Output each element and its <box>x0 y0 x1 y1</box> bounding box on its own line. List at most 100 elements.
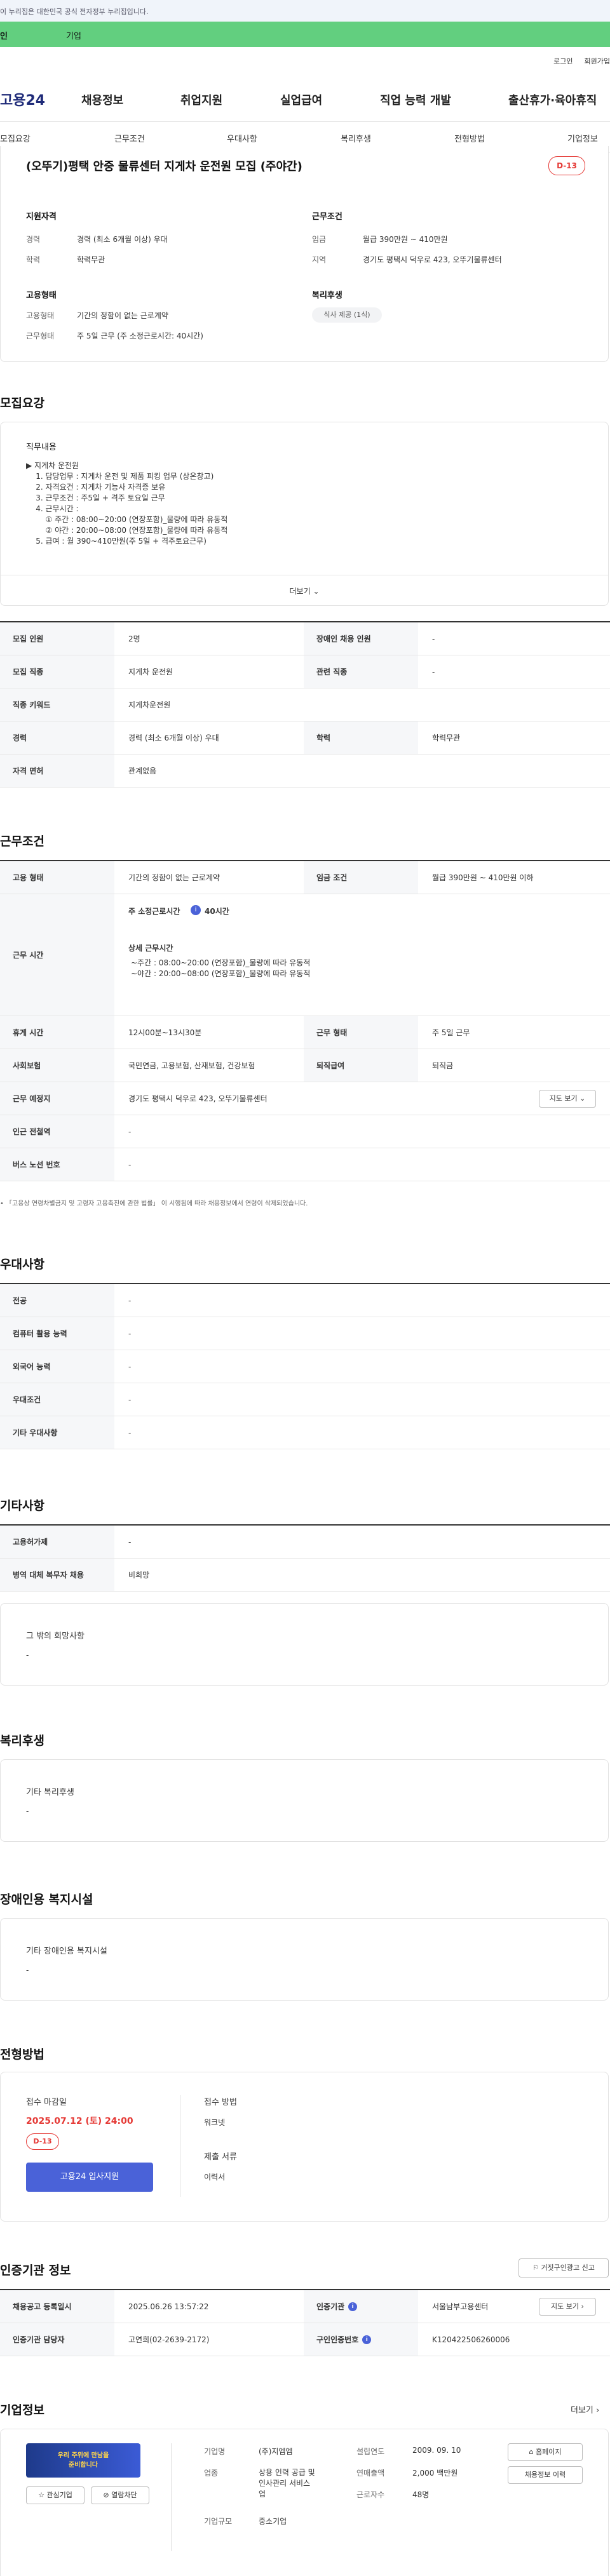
welfare-title: 기타 복리후생 <box>26 1788 74 1797</box>
gnb-menu-benefit[interactable]: 실업급여 <box>280 91 322 108</box>
cert-table: 채용공고 등록일시 2025.06.26 13:57:22 인증기관 i 서울남부… <box>0 2289 610 2356</box>
top-green-bar: 인 기업 <box>0 22 610 47</box>
process-card: 접수 마감일 2025.07.12 (토) 24:00 D-13 고용24 입사… <box>0 2072 609 2222</box>
table-header: 경력 <box>0 721 114 754</box>
job-history-button[interactable]: 채용정보 이력 <box>508 2466 583 2484</box>
table-header: 모집 인원 <box>0 622 114 655</box>
global-nav: 고용24 채용정보 취업지원 실업급여 직업 능력 개발 출산휴가·육아휴직 <box>0 76 610 122</box>
table-row: 전공 - <box>0 1284 610 1317</box>
table-row: 고용 형태 기간의 정함이 없는 근로계약 임금 조건 월급 390만원 ~ 4… <box>0 861 610 894</box>
gnb-menu-leave[interactable]: 출산휴가·육아휴직 <box>508 91 597 108</box>
cert-map-button[interactable]: 지도 보기 › <box>539 2298 596 2316</box>
table-row: 인증기관 담당자 고연희(02-2639-2172) 구인인증번호 i K1204… <box>0 2323 610 2356</box>
table-header: 컴퓨터 활용 능력 <box>0 1317 114 1350</box>
table-header: 퇴직급여 <box>304 1049 418 1082</box>
duty-card: 직무내용 ▶ 지게차 운전원 1. 담당업무 : 지게차 운전 및 제품 피킹 … <box>0 422 609 606</box>
chevron-down-icon: ⌄ <box>310 587 320 596</box>
duty-more-button[interactable]: 더보기 ⌄ <box>1 575 608 607</box>
table-cell: 경기도 평택시 덕우로 423, 오뚜기물류센터 <box>128 1094 268 1103</box>
table-cell: 지게차운전원 <box>128 701 171 709</box>
table-cell: 서울남부고용센터 <box>432 2302 489 2311</box>
login-link[interactable]: 로그인 <box>553 57 573 65</box>
map-button[interactable]: 지도 보기 ⌄ <box>539 1090 596 1108</box>
region-value: 경기도 평택시 덕우로 423, 오뚜기물류센터 <box>363 255 502 264</box>
homepage-button[interactable]: ⌂ 홈페이지 <box>508 2443 583 2461</box>
cert-heading: 인증기관 정보 <box>0 2264 71 2277</box>
cert-map-label: 지도 보기 <box>551 2302 580 2311</box>
table-header: 인증기관 담당자 <box>0 2323 114 2356</box>
block-button[interactable]: ⊘ 열람차단 <box>91 2486 149 2504</box>
tab-conditions[interactable]: 근무조건 <box>114 132 145 144</box>
table-row: 컴퓨터 활용 능력 - <box>0 1317 610 1350</box>
site-logo[interactable]: 고용24 <box>0 89 45 109</box>
method-title: 접수 방법 <box>204 2098 237 2107</box>
interest-label: 관심기업 <box>46 2491 72 2499</box>
table-cell: 관계없음 <box>128 767 157 775</box>
cond-heading: 근무조건 <box>312 212 342 222</box>
table-header: 병역 대체 복무자 채용 <box>0 1559 114 1591</box>
gnb-menu-jobs[interactable]: 채용정보 <box>81 91 123 108</box>
company-more-link[interactable]: 더보기 › <box>571 2403 599 2415</box>
info-icon[interactable]: i <box>191 905 201 915</box>
table-header: 관련 직종 <box>304 655 418 688</box>
table-row: 직종 키워드 지게차운전원 <box>0 688 610 721</box>
table-header: 근무 형태 <box>304 1016 418 1049</box>
welfare-value: - <box>26 1807 29 1816</box>
company-name-value: (주)지엠엠 <box>259 2447 293 2456</box>
interest-button[interactable]: ☆ 관심기업 <box>26 2486 85 2504</box>
table-row: 모집 인원 2명 장애인 채용 인원 - <box>0 622 610 655</box>
table-row: 병역 대체 복무자 채용 비희망 <box>0 1559 610 1592</box>
dday-badge: D-13 <box>548 156 585 175</box>
work-table: 고용 형태 기간의 정함이 없는 근로계약 임금 조건 월급 390만원 ~ 4… <box>0 860 610 1181</box>
table-cell: - <box>128 1160 132 1169</box>
deadline-title: 접수 마감일 <box>26 2098 67 2107</box>
table-cell: 학력무관 <box>432 734 461 742</box>
apply-button[interactable]: 고용24 입사지원 <box>26 2163 153 2192</box>
process-dday-badge: D-13 <box>26 2133 59 2150</box>
table-header: 전공 <box>0 1284 114 1317</box>
method-value: 워크넷 <box>204 2118 226 2127</box>
company-size-value: 중소기업 <box>259 2517 287 2526</box>
table-row: 근무 시간 주 소정근로시간 i 40시간 상세 근무시간 ~주간 : 08:0… <box>0 894 610 1016</box>
info-icon[interactable]: i <box>348 2302 358 2311</box>
gov-banner: 이 누리집은 대한민국 공식 전자정부 누리집입니다. <box>0 0 610 22</box>
table-row: 경력 경력 (최소 6개월 이상) 우대 학력 학력무관 <box>0 721 610 755</box>
etc-heading: 기타사항 <box>0 1499 44 1513</box>
age-notice: • 「고용상 연령차별금지 및 고령자 고용촉진에 관한 법률」 이 시행됨에 … <box>0 1200 308 1207</box>
report-button[interactable]: ⚐ 거짓구인광고 신고 <box>518 2258 609 2277</box>
tab-welfare[interactable]: 복리후생 <box>341 132 371 144</box>
qual-heading: 지원자격 <box>26 212 57 222</box>
info-icon[interactable]: i <box>362 2335 372 2344</box>
table-cell: 지게차 운전원 <box>128 667 173 676</box>
topbar-left[interactable]: 인 <box>0 29 8 41</box>
edu-label: 학력 <box>26 255 41 264</box>
home-icon: ⌂ <box>529 2448 536 2456</box>
company-card: 우리 주위에 만남을 준비합니다 ☆ 관심기업 ⊘ 열람차단 기업명 (주)지엠… <box>0 2429 609 2576</box>
tab-company[interactable]: 기업정보 <box>567 132 598 144</box>
table-header: 구인인증번호 i <box>304 2323 418 2356</box>
gnb-menu-training[interactable]: 직업 능력 개발 <box>380 91 451 108</box>
tab-process[interactable]: 전형방법 <box>454 132 485 144</box>
table-header: 근무 시간 <box>0 894 114 1016</box>
chevron-right-icon: › <box>579 2302 584 2311</box>
detail-hours-title: 상세 근무시간 <box>128 944 173 953</box>
table-cell: - <box>432 634 435 643</box>
table-header: 학력 <box>304 721 418 754</box>
etc-table: 고용허가제 - 병역 대체 복무자 채용 비희망 <box>0 1524 610 1592</box>
table-cell: - <box>128 1127 132 1136</box>
table-cell: 비희망 <box>128 1571 150 1580</box>
signup-link[interactable]: 회원가입 <box>585 57 610 65</box>
table-cell: - <box>432 667 435 676</box>
topbar-right[interactable]: 기업 <box>66 29 81 41</box>
table-row: 버스 노선 번호 - <box>0 1148 610 1181</box>
emp-heading: 고용형태 <box>26 291 57 300</box>
hope-card: 그 밖의 희망사항 - <box>0 1603 609 1686</box>
table-row: 인근 전철역 - <box>0 1115 610 1148</box>
report-icon: ⚐ <box>532 2264 541 2272</box>
table-cell: 12시00분~13시30분 <box>128 1028 202 1037</box>
star-icon: ☆ <box>38 2491 47 2499</box>
table-header: 모집 직종 <box>0 655 114 688</box>
tab-recruit[interactable]: 모집요강 <box>0 132 30 144</box>
gnb-menu-support[interactable]: 취업지원 <box>180 91 222 108</box>
tab-preference[interactable]: 우대사항 <box>227 132 257 144</box>
